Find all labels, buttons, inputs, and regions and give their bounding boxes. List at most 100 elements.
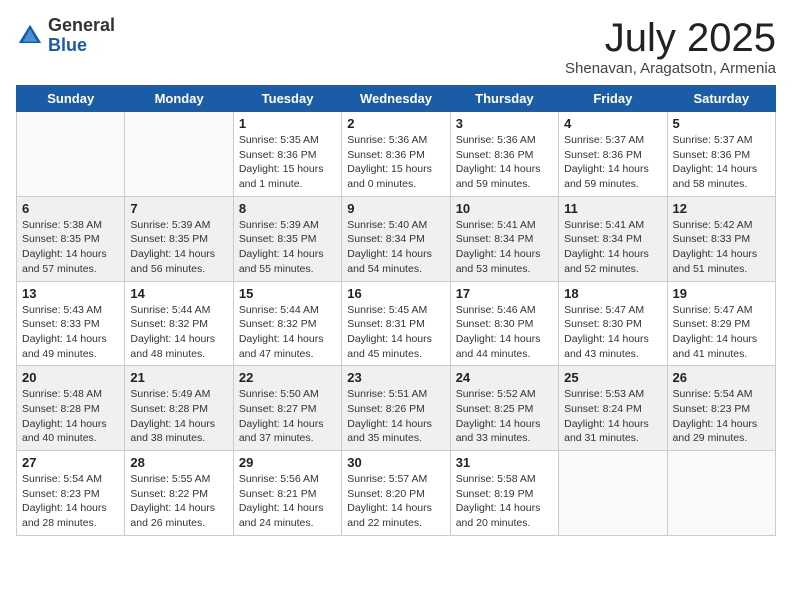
day-info: Sunrise: 5:41 AMSunset: 8:34 PMDaylight:… [564, 218, 661, 277]
day-info: Sunrise: 5:40 AMSunset: 8:34 PMDaylight:… [347, 218, 444, 277]
day-number: 3 [456, 116, 553, 131]
title-block: July 2025 Shenavan, Aragatsotn, Armenia [565, 16, 776, 77]
calendar-table: SundayMondayTuesdayWednesdayThursdayFrid… [16, 85, 776, 536]
day-info: Sunrise: 5:58 AMSunset: 8:19 PMDaylight:… [456, 472, 553, 531]
day-number: 20 [22, 370, 119, 385]
calendar-cell: 31 Sunrise: 5:58 AMSunset: 8:19 PMDayligh… [450, 451, 558, 536]
day-number: 31 [456, 455, 553, 470]
day-number: 23 [347, 370, 444, 385]
calendar-cell: 20Sunrise: 5:48 AMSunset: 8:28 PMDayligh… [17, 366, 125, 451]
day-info: Sunrise: 5:56 AMSunset: 8:21 PMDaylight:… [239, 472, 336, 531]
day-number: 21 [130, 370, 227, 385]
calendar-day-header: Thursday [450, 86, 558, 112]
day-number: 19 [673, 286, 770, 301]
calendar-cell: 19 Sunrise: 5:47 AMSunset: 8:29 PMDayligh… [667, 281, 775, 366]
calendar-day-header: Sunday [17, 86, 125, 112]
calendar-cell: 21 Sunrise: 5:49 AMSunset: 8:28 PMDayligh… [125, 366, 233, 451]
day-number: 11 [564, 201, 661, 216]
day-info: Sunrise: 5:54 AMSunset: 8:23 PMDaylight:… [22, 472, 119, 531]
calendar-cell: 8Sunrise: 5:39 AMSunset: 8:35 PMDaylight… [233, 196, 341, 281]
day-number: 10 [456, 201, 553, 216]
day-number: 30 [347, 455, 444, 470]
calendar-day-header: Friday [559, 86, 667, 112]
day-info: Sunrise: 5:36 AMSunset: 8:36 PMDaylight:… [347, 133, 444, 192]
day-info: Sunrise: 5:38 AMSunset: 8:35 PMDaylight:… [22, 218, 119, 277]
day-info: Sunrise: 5:37 AMSunset: 8:36 PMDaylight:… [673, 133, 770, 192]
calendar-cell [667, 451, 775, 536]
day-info: Sunrise: 5:35 AMSunset: 8:36 PMDaylight:… [239, 133, 336, 192]
day-info: Sunrise: 5:57 AMSunset: 8:20 PMDaylight:… [347, 472, 444, 531]
calendar-cell: 4 Sunrise: 5:37 AMSunset: 8:36 PMDaylight… [559, 112, 667, 197]
day-number: 1 [239, 116, 336, 131]
calendar-cell: 6 Sunrise: 5:38 AMSunset: 8:35 PMDaylight… [17, 196, 125, 281]
calendar-cell [559, 451, 667, 536]
logo: General Blue [16, 16, 115, 56]
day-number: 28 [130, 455, 227, 470]
calendar-cell: 12Sunrise: 5:42 AMSunset: 8:33 PMDayligh… [667, 196, 775, 281]
calendar-cell: 29 Sunrise: 5:56 AMSunset: 8:21 PMDayligh… [233, 451, 341, 536]
day-number: 29 [239, 455, 336, 470]
calendar-cell: 5 Sunrise: 5:37 AMSunset: 8:36 PMDaylight… [667, 112, 775, 197]
calendar-cell: 2 Sunrise: 5:36 AMSunset: 8:36 PMDaylight… [342, 112, 450, 197]
day-info: Sunrise: 5:47 AMSunset: 8:30 PMDaylight:… [564, 303, 661, 362]
calendar-cell: 18 Sunrise: 5:47 AMSunset: 8:30 PMDayligh… [559, 281, 667, 366]
logo-blue-text: Blue [48, 36, 115, 56]
calendar-week-row: 6 Sunrise: 5:38 AMSunset: 8:35 PMDaylight… [17, 196, 776, 281]
day-number: 9 [347, 201, 444, 216]
day-info: Sunrise: 5:46 AMSunset: 8:30 PMDaylight:… [456, 303, 553, 362]
day-number: 13 [22, 286, 119, 301]
day-info: Sunrise: 5:44 AMSunset: 8:32 PMDaylight:… [130, 303, 227, 362]
calendar-cell: 27 Sunrise: 5:54 AMSunset: 8:23 PMDayligh… [17, 451, 125, 536]
logo-icon [16, 22, 44, 50]
day-number: 5 [673, 116, 770, 131]
calendar-week-row: 1 Sunrise: 5:35 AMSunset: 8:36 PMDaylight… [17, 112, 776, 197]
day-info: Sunrise: 5:41 AMSunset: 8:34 PMDaylight:… [456, 218, 553, 277]
location-subtitle: Shenavan, Aragatsotn, Armenia [565, 60, 776, 77]
calendar-cell: 30 Sunrise: 5:57 AMSunset: 8:20 PMDayligh… [342, 451, 450, 536]
day-info: Sunrise: 5:53 AMSunset: 8:24 PMDaylight:… [564, 387, 661, 446]
logo-text: General Blue [48, 16, 115, 56]
day-number: 14 [130, 286, 227, 301]
calendar-cell: 24Sunrise: 5:52 AMSunset: 8:25 PMDayligh… [450, 366, 558, 451]
logo-general-text: General [48, 16, 115, 36]
day-number: 26 [673, 370, 770, 385]
day-info: Sunrise: 5:42 AMSunset: 8:33 PMDaylight:… [673, 218, 770, 277]
day-number: 2 [347, 116, 444, 131]
calendar-cell: 7Sunrise: 5:39 AMSunset: 8:35 PMDaylight… [125, 196, 233, 281]
day-info: Sunrise: 5:43 AMSunset: 8:33 PMDaylight:… [22, 303, 119, 362]
day-number: 18 [564, 286, 661, 301]
calendar-cell: 26 Sunrise: 5:54 AMSunset: 8:23 PMDayligh… [667, 366, 775, 451]
day-info: Sunrise: 5:49 AMSunset: 8:28 PMDaylight:… [130, 387, 227, 446]
day-info: Sunrise: 5:37 AMSunset: 8:36 PMDaylight:… [564, 133, 661, 192]
day-number: 4 [564, 116, 661, 131]
day-number: 27 [22, 455, 119, 470]
calendar-cell: 25 Sunrise: 5:53 AMSunset: 8:24 PMDayligh… [559, 366, 667, 451]
calendar-cell: 3 Sunrise: 5:36 AMSunset: 8:36 PMDaylight… [450, 112, 558, 197]
calendar-day-header: Saturday [667, 86, 775, 112]
calendar-cell: 14 Sunrise: 5:44 AMSunset: 8:32 PMDayligh… [125, 281, 233, 366]
calendar-cell: 16Sunrise: 5:45 AMSunset: 8:31 PMDayligh… [342, 281, 450, 366]
calendar-cell: 28Sunrise: 5:55 AMSunset: 8:22 PMDayligh… [125, 451, 233, 536]
calendar-cell [125, 112, 233, 197]
calendar-cell: 15Sunrise: 5:44 AMSunset: 8:32 PMDayligh… [233, 281, 341, 366]
day-info: Sunrise: 5:54 AMSunset: 8:23 PMDaylight:… [673, 387, 770, 446]
day-info: Sunrise: 5:51 AMSunset: 8:26 PMDaylight:… [347, 387, 444, 446]
day-number: 25 [564, 370, 661, 385]
day-info: Sunrise: 5:47 AMSunset: 8:29 PMDaylight:… [673, 303, 770, 362]
calendar-cell: 13 Sunrise: 5:43 AMSunset: 8:33 PMDayligh… [17, 281, 125, 366]
calendar-week-row: 20Sunrise: 5:48 AMSunset: 8:28 PMDayligh… [17, 366, 776, 451]
day-info: Sunrise: 5:50 AMSunset: 8:27 PMDaylight:… [239, 387, 336, 446]
day-number: 24 [456, 370, 553, 385]
calendar-cell: 11 Sunrise: 5:41 AMSunset: 8:34 PMDayligh… [559, 196, 667, 281]
day-info: Sunrise: 5:45 AMSunset: 8:31 PMDaylight:… [347, 303, 444, 362]
calendar-cell: 17Sunrise: 5:46 AMSunset: 8:30 PMDayligh… [450, 281, 558, 366]
calendar-cell: 10 Sunrise: 5:41 AMSunset: 8:34 PMDayligh… [450, 196, 558, 281]
day-info: Sunrise: 5:39 AMSunset: 8:35 PMDaylight:… [130, 218, 227, 277]
day-info: Sunrise: 5:39 AMSunset: 8:35 PMDaylight:… [239, 218, 336, 277]
calendar-header-row: SundayMondayTuesdayWednesdayThursdayFrid… [17, 86, 776, 112]
day-info: Sunrise: 5:44 AMSunset: 8:32 PMDaylight:… [239, 303, 336, 362]
day-number: 6 [22, 201, 119, 216]
calendar-cell: 1 Sunrise: 5:35 AMSunset: 8:36 PMDaylight… [233, 112, 341, 197]
day-info: Sunrise: 5:36 AMSunset: 8:36 PMDaylight:… [456, 133, 553, 192]
day-number: 22 [239, 370, 336, 385]
